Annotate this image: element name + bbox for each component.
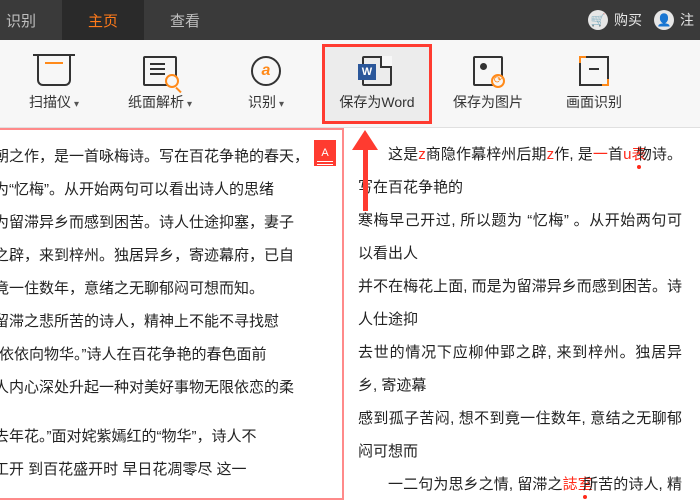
text-line: 为“忆梅”。从开始两句可以看出诗人的思绪 bbox=[0, 173, 330, 206]
toolbar: 扫描仪 纸面解析 a 识别 W 保存为Word ⟳ 保存为图片 画面识别 bbox=[0, 40, 700, 128]
recognize-label: 识别 bbox=[248, 92, 284, 112]
cart-icon: 🛒 bbox=[588, 10, 608, 30]
buy-label: 购买 bbox=[614, 10, 642, 30]
text-line: 去世的情况下应柳仲郢之辟, 来到梓州。独居异乡, 寄迹幕 bbox=[358, 336, 682, 402]
word-icon: W bbox=[362, 56, 392, 86]
ocr-error: 一 bbox=[593, 146, 608, 163]
screen-recognize-label: 画面识别 bbox=[566, 92, 622, 112]
text-line: 这是z商隐作幕梓州后期z作, 是一首u表物诗。写在百花争艳的 bbox=[358, 138, 682, 204]
text-line: 去年花。”面对姹紫嫣红的“物华”，诗人不 bbox=[0, 420, 330, 453]
scanner-icon bbox=[37, 56, 71, 86]
text-line: 感到孤子苦闷, 想不到竟一住数年, 意结之无聊郁闷可想而 bbox=[358, 402, 682, 468]
content-area: A 朝之作，是一首咏梅诗。写在百花争艳的春天， 为“忆梅”。从开始两句可以看出诗… bbox=[0, 128, 700, 500]
account-button[interactable]: 👤 注 bbox=[654, 10, 694, 30]
screen-capture-icon bbox=[579, 56, 609, 86]
ocr-error: 誌室 bbox=[563, 476, 583, 493]
scanner-label: 扫描仪 bbox=[29, 92, 79, 112]
tab-home[interactable]: 主页 bbox=[62, 0, 144, 40]
text-line: “依依向物华。”诗人在百花争艳的春色面前 bbox=[0, 338, 330, 371]
text-line: 之辟，来到梓州。独居异乡，寄迹幕府，已自 bbox=[0, 239, 330, 272]
buy-button[interactable]: 🛒 购买 bbox=[588, 10, 642, 30]
text-line: 为留滞异乡而感到困苦。诗人仕途抑塞，妻子 bbox=[0, 206, 330, 239]
text-line: 并不在梅花上面, 而是为留滞异乡而感到困苦。诗人仕途抑 bbox=[358, 270, 682, 336]
save-image-button[interactable]: ⟳ 保存为图片 bbox=[438, 44, 538, 124]
save-word-label: 保存为Word bbox=[339, 92, 414, 112]
screen-recognize-button[interactable]: 画面识别 bbox=[544, 44, 644, 124]
tab-recognize[interactable]: 识别 bbox=[0, 0, 62, 40]
scanner-button[interactable]: 扫描仪 bbox=[4, 44, 104, 124]
annotation-tag[interactable]: A bbox=[314, 140, 336, 166]
text-line: 竟一住数年，意绪之无聊郁闷可想而知。 bbox=[0, 272, 330, 305]
user-icon: 👤 bbox=[654, 10, 674, 30]
text-line: 工开 到百花盛开时 早日花凋零尽 这一 bbox=[0, 453, 330, 486]
ocr-error: z bbox=[547, 146, 555, 163]
text-line: 一二句为思乡之情, 留滞之誌室所苦的诗人, 精神上不 bbox=[358, 468, 682, 500]
ocr-error: z bbox=[418, 146, 426, 163]
paper-parse-button[interactable]: 纸面解析 bbox=[110, 44, 210, 124]
save-word-button[interactable]: W 保存为Word bbox=[322, 44, 432, 124]
document-parse-icon bbox=[143, 56, 177, 86]
text-line: 朝之作，是一首咏梅诗。写在百花争艳的春天， bbox=[0, 140, 330, 173]
paper-parse-label: 纸面解析 bbox=[128, 92, 192, 112]
save-image-label: 保存为图片 bbox=[453, 92, 523, 112]
text-line: 留滞之悲所苦的诗人，精神上不能不寻找慰 bbox=[0, 305, 330, 338]
register-label: 注 bbox=[680, 10, 694, 30]
result-pane: 这是z商隐作幕梓州后期z作, 是一首u表物诗。写在百花争艳的 寒梅早己开过, 所… bbox=[344, 128, 694, 500]
recognize-icon: a bbox=[251, 56, 281, 86]
text-line: 寒梅早己开过, 所以题为 “忆梅” 。从开始两句可以看出人 bbox=[358, 204, 682, 270]
recognize-button[interactable]: a 识别 bbox=[216, 44, 316, 124]
titlebar: 识别 主页 查看 🛒 购买 👤 注 bbox=[0, 0, 700, 40]
source-pane: A 朝之作，是一首咏梅诗。写在百花争艳的春天， 为“忆梅”。从开始两句可以看出诗… bbox=[0, 128, 344, 500]
tab-view[interactable]: 查看 bbox=[144, 0, 226, 40]
text-line: 人内心深处升起一种对美好事物无限依恋的柔 bbox=[0, 371, 330, 404]
image-icon: ⟳ bbox=[473, 56, 503, 86]
